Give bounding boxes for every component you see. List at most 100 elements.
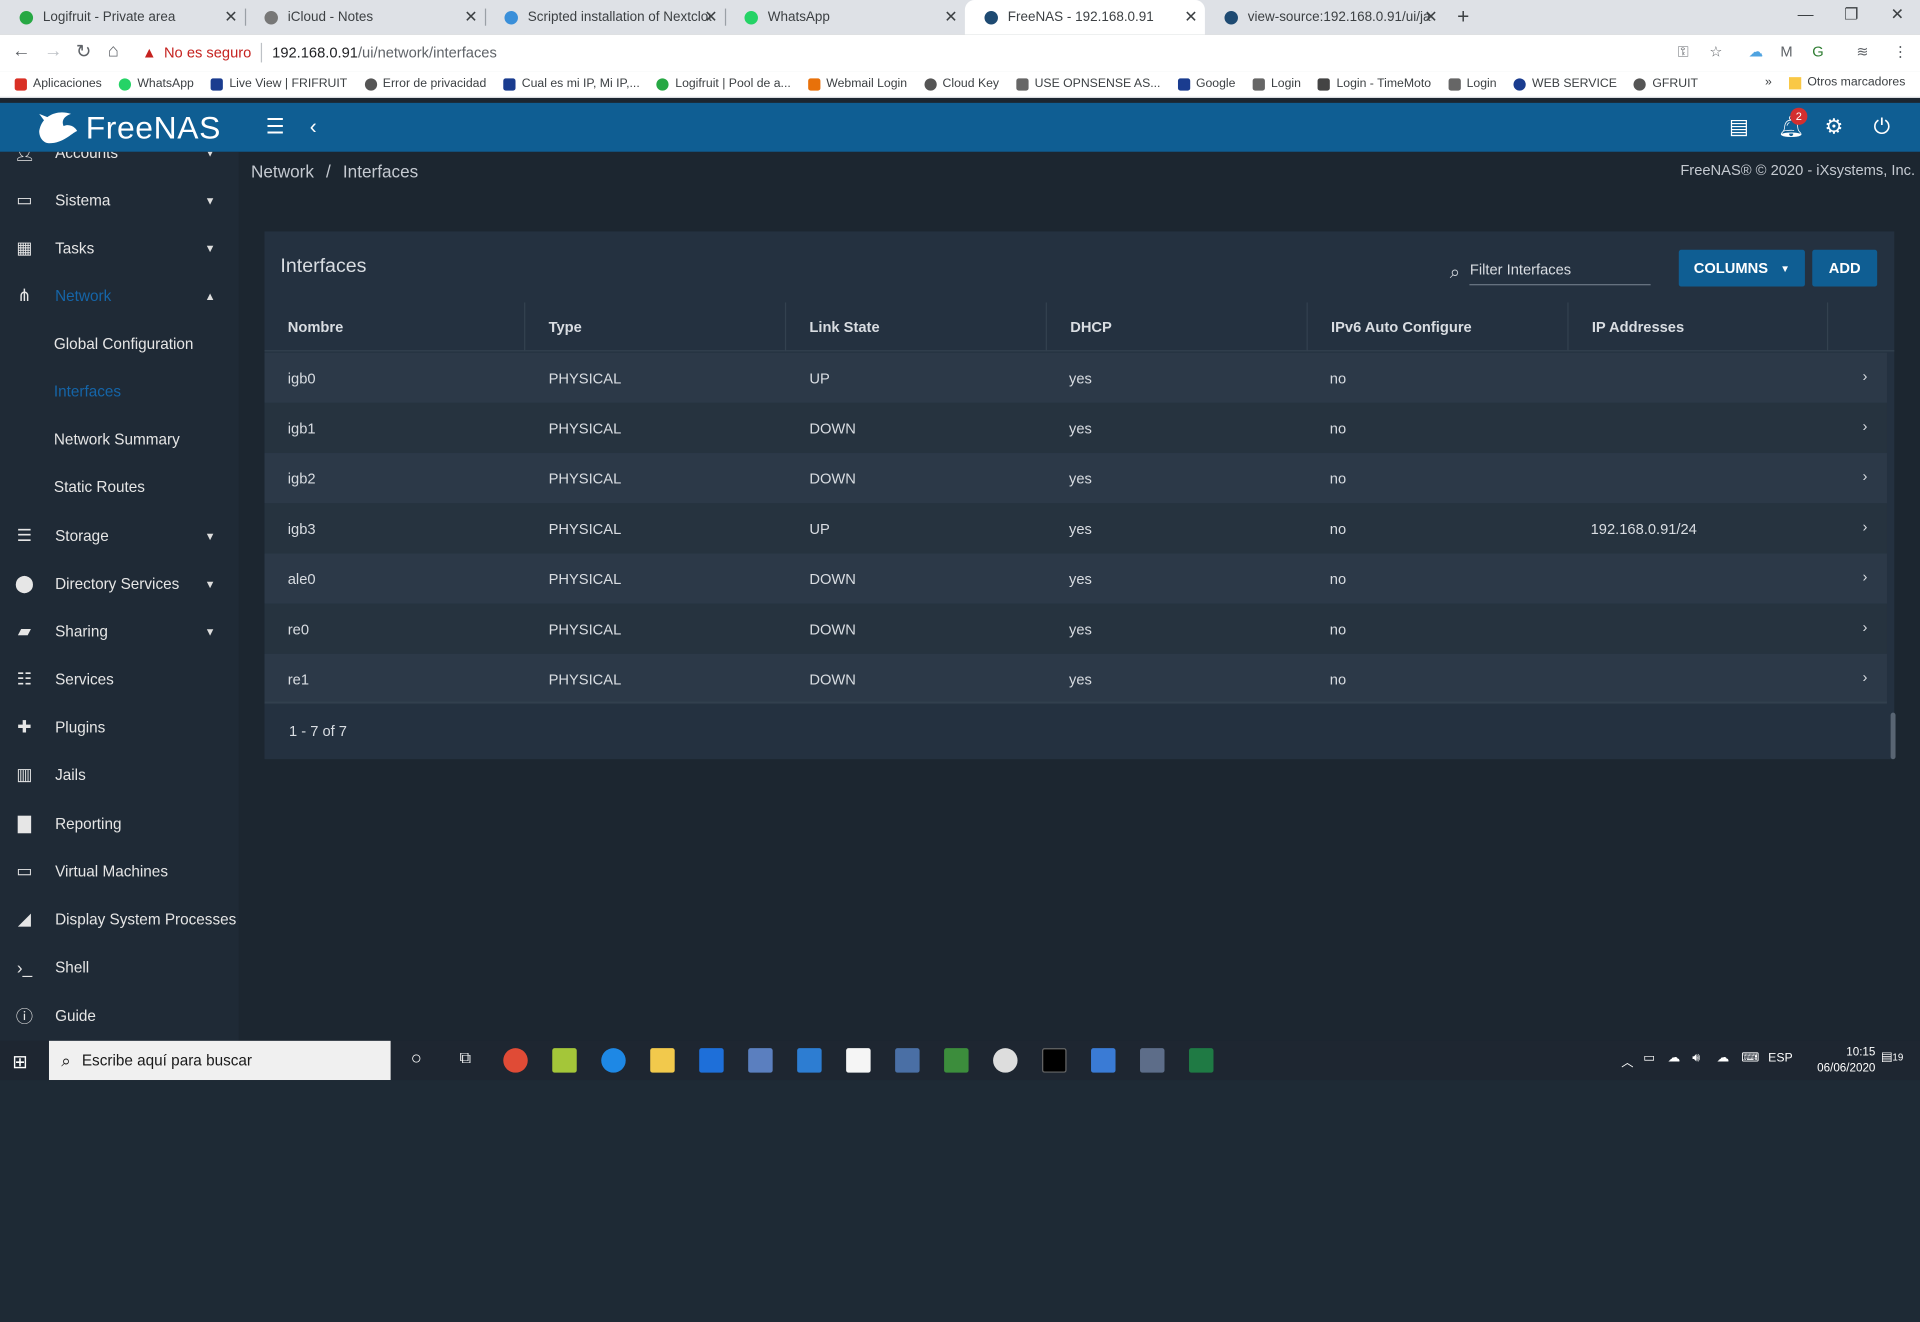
column-header-link-state[interactable]: Link State [786,302,1047,352]
expand-chevron-icon[interactable]: › [1862,418,1867,435]
table-row[interactable]: re0 PHYSICAL DOWN yes no › [264,603,1887,654]
sidebar-item-services[interactable]: ☷ Services [0,655,239,703]
tab-logifruit[interactable]: Logifruit - Private area ✕ [0,0,247,34]
columns-button[interactable]: COLUMNS ▼ [1678,249,1805,287]
menu-toggle-icon[interactable]: ☰ [266,115,285,139]
excel-icon[interactable] [1188,1048,1214,1073]
breadcrumb-network[interactable]: Network [251,162,314,182]
bookmarks-overflow-icon[interactable]: » [1765,76,1772,89]
bookmark-item[interactable]: Login [1448,77,1497,91]
sidebar-item-tasks[interactable]: ▦ Tasks ▼ [0,224,239,272]
sidebar-item-directory-services[interactable]: ⬤ Directory Services ▼ [0,560,239,608]
tab-whatsapp[interactable]: WhatsApp ✕ [725,0,965,34]
sidebar-item-display-system-processes[interactable]: ◢ Display System Processes [0,895,239,943]
close-icon[interactable]: ✕ [944,7,957,27]
table-row[interactable]: igb2 PHYSICAL DOWN yes no › [264,453,1887,504]
bookmark-item[interactable]: Live View | FRIFRUIT [210,77,347,91]
windows-start-icon[interactable]: ⊞ [12,1051,27,1073]
bookmark-item[interactable]: WhatsApp [118,77,194,91]
cortana-icon[interactable]: ○ [404,1048,428,1072]
tray-network-icon[interactable]: ▭ [1643,1052,1655,1065]
tab-view-source[interactable]: view-source:192.168.0.91/ui/jails ✕ [1205,0,1445,34]
bookmark-item[interactable]: Login - TimeMoto [1318,77,1431,91]
column-header-type[interactable]: Type [525,302,787,352]
bookmark-item[interactable]: Logifruit | Pool de a... [656,77,791,91]
sidebar-item-interfaces[interactable]: Interfaces [0,367,239,415]
app-green-icon[interactable] [944,1048,969,1073]
menu-icon[interactable]: ⋮ [1893,43,1908,60]
bookmark-item[interactable]: Error de privacidad [364,77,486,91]
sidebar-item-network[interactable]: ⋔ Network ▲ [0,272,239,320]
sidebar-item-jails[interactable]: ▥ Jails [0,751,239,799]
bookmark-item[interactable]: Login [1252,77,1301,91]
back-icon[interactable]: ← [12,40,30,61]
sidebar-item-global-configuration[interactable]: Global Configuration [0,320,239,368]
collapse-chevron-icon[interactable]: ‹ [310,115,317,139]
column-header-ipv6[interactable]: IPv6 Auto Configure [1308,302,1569,352]
sidebar-item-shell[interactable]: ›_ Shell [0,943,239,991]
action-center-icon[interactable]: ▤19 [1881,1051,1903,1064]
close-icon[interactable]: ✕ [704,7,717,27]
filter-input[interactable]: Filter Interfaces [1469,258,1652,286]
clock[interactable]: 10:15 06/06/2020 [1817,1044,1875,1076]
sidebar-item-accounts[interactable]: 👤︎Accounts▼ [0,152,239,176]
table-row[interactable]: ale0 PHYSICAL DOWN yes no › [264,553,1887,604]
window-close-icon[interactable]: ✕ [1891,5,1904,25]
edge-icon[interactable] [601,1048,626,1073]
table-row[interactable]: re1 PHYSICAL DOWN yes no › [264,653,1887,705]
scrollbar[interactable] [1890,712,1896,760]
table-row[interactable]: igb1 PHYSICAL DOWN yes no › [264,402,1887,454]
home-icon[interactable]: ⌂ [108,40,119,61]
sidebar-item-virtual-machines[interactable]: ▭ Virtual Machines [0,847,239,895]
expand-chevron-icon[interactable]: › [1862,468,1867,485]
url-text[interactable]: 192.168.0.91/ui/network/interfaces [272,44,497,61]
tab-icloud[interactable]: iCloud - Notes ✕ [245,0,487,34]
expand-chevron-icon[interactable]: › [1862,669,1867,686]
new-tab-button[interactable]: + [1457,5,1469,29]
sidebar-item-plugins[interactable]: ✚ Plugins [0,703,239,751]
onedrive-icon[interactable]: ☁ [1717,1052,1729,1065]
column-header-dhcp[interactable]: DHCP [1047,302,1308,352]
sidebar-item-guide[interactable]: ⓘ Guide [0,992,239,1040]
network-app-icon[interactable] [748,1048,773,1073]
cmd-icon[interactable] [1042,1048,1067,1073]
profile-icon[interactable]: ≋ [1856,43,1868,60]
star-icon[interactable]: ☆ [1709,43,1722,60]
tray-cloud-icon[interactable]: ☁ [1668,1052,1680,1065]
soccer-icon[interactable] [993,1048,1018,1073]
expand-chevron-icon[interactable]: › [1862,568,1867,585]
cloud-extension-icon[interactable]: ☁ [1749,43,1764,60]
column-header-name[interactable]: Nombre [264,302,526,352]
filter-box[interactable]: ⌕ Filter Interfaces [1450,258,1652,286]
key-icon[interactable]: ⚿ [1678,43,1689,61]
table-row[interactable]: igb3 PHYSICAL UP yes no 192.168.0.91/24 › [264,503,1887,554]
tab-nextcloud[interactable]: Scripted installation of Nextcloud ✕ [485,0,727,34]
address-bar[interactable]: ▲ No es seguro 192.168.0.91/ui/network/i… [142,38,1734,67]
vs-icon[interactable] [699,1048,724,1073]
freenas-logo[interactable]: FreeNAS [34,107,221,149]
extension-m-icon[interactable]: M [1780,43,1792,60]
bookmark-item[interactable]: Webmail Login [807,77,907,91]
window-app-icon[interactable] [846,1048,871,1073]
rdp-icon[interactable] [895,1048,920,1073]
close-icon[interactable]: ✕ [224,7,237,27]
file-explorer-icon[interactable] [650,1048,675,1073]
clipboard-icon[interactable]: ▤ [1729,115,1749,139]
chrome-icon[interactable] [503,1048,528,1073]
bookmark-item[interactable]: Cloud Key [924,77,999,91]
bookmark-item[interactable]: Google [1177,77,1235,91]
bookmark-item[interactable]: GFRUIT [1634,77,1698,91]
add-button[interactable]: ADD [1812,249,1878,287]
expand-chevron-icon[interactable]: › [1862,367,1867,384]
bookmark-item[interactable]: USE OPNSENSE AS... [1016,77,1160,91]
expand-chevron-icon[interactable]: › [1862,518,1867,535]
close-icon[interactable]: ✕ [1424,7,1437,27]
taskbar-search[interactable]: ⌕ Escribe aquí para buscar [48,1040,391,1081]
sidebar-item-reporting[interactable]: ▇ Reporting [0,800,239,848]
task-view-icon[interactable]: ⧉ [453,1048,477,1072]
security-label[interactable]: No es seguro [164,44,251,61]
bookmark-item[interactable]: WEB SERVICE [1513,77,1617,91]
close-icon[interactable]: ✕ [464,7,477,27]
power-icon[interactable]: ⏻ [1873,115,1889,139]
bookmark-item[interactable]: Cual es mi IP, Mi IP,... [503,77,640,91]
